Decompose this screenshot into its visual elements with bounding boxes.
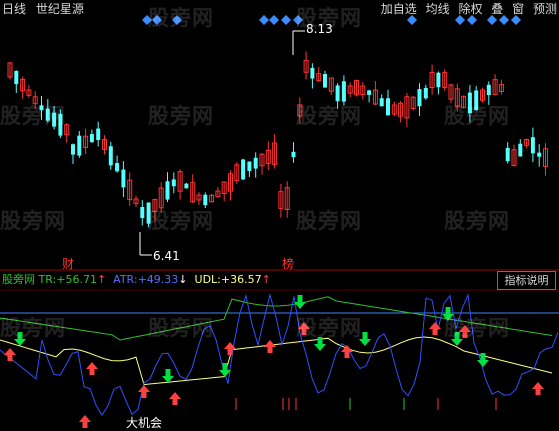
up-arrow-icon [169, 392, 181, 405]
candle-body [335, 85, 340, 102]
candle-body [310, 67, 315, 79]
event-label-list[interactable]: 榜 [282, 255, 294, 272]
candle-body [417, 89, 422, 107]
candle-body [121, 169, 126, 188]
watermark: 股旁网 [444, 209, 510, 233]
blue-diamond-icon [467, 15, 477, 25]
watermark: 股旁网 [148, 104, 214, 128]
up-arrow-icon [86, 362, 98, 375]
candle-body [89, 134, 94, 143]
candle-body [77, 135, 82, 156]
candle-body [367, 90, 372, 95]
opportunity-label: 大机会 [126, 416, 163, 430]
down-arrow-icon [162, 369, 174, 383]
candle-body [140, 206, 145, 219]
candle-body [486, 84, 491, 96]
blue-diamond-icon [511, 15, 521, 25]
candle-body [436, 72, 441, 88]
blue-diamond-icon [269, 15, 279, 25]
candle-body [341, 81, 346, 102]
watermark: 股旁网 [296, 104, 362, 128]
watermark: 股旁网 [148, 316, 214, 340]
candle-body [518, 143, 523, 157]
indicator-help-button[interactable]: 指标说明 [497, 271, 556, 290]
candle-body [386, 98, 390, 116]
tr-value: +56.71 [56, 273, 97, 286]
candle-body [203, 194, 208, 206]
candle-body [241, 159, 246, 180]
candle-body [505, 147, 510, 162]
up-arrow-icon [4, 348, 16, 361]
atr-value: +49.33 [137, 273, 179, 286]
up-arrow-icon [138, 385, 150, 398]
watermark: 股旁网 [444, 316, 510, 340]
atr-label: ATR: [113, 273, 138, 286]
candle-body [247, 161, 252, 172]
watermark: 股旁网 [0, 316, 66, 340]
watermark: 股旁网 [0, 209, 66, 233]
blue-diamond-icon [499, 15, 509, 25]
blue-diamond-icon [455, 15, 465, 25]
down-arrow-icon: ↓ [178, 273, 188, 286]
candle-body [291, 151, 296, 158]
candle-body [14, 71, 19, 85]
candle-body [171, 179, 176, 187]
indicator-info-bar: 股旁网 TR:+56.71↑ ATR:+49.33↓ UDL:+36.57↑ [2, 273, 271, 287]
blue-diamond-icon [259, 15, 269, 25]
candle-body [537, 152, 542, 157]
watermark: 股旁网 [148, 6, 214, 30]
up-arrow-icon: ↑ [96, 273, 107, 286]
indicator-source: 股旁网 [2, 273, 35, 286]
candle-body [423, 87, 428, 99]
watermark: 股旁网 [296, 316, 362, 340]
blue-diamond-icon [281, 15, 291, 25]
watermark: 股旁网 [148, 209, 214, 233]
candle-body [184, 183, 189, 189]
candle-body [530, 137, 535, 154]
event-label-finance[interactable]: 财 [62, 255, 74, 272]
candle-body [165, 181, 170, 200]
udl-value: +36.57 [220, 273, 262, 286]
candle-body [115, 163, 120, 172]
candle-body [96, 128, 101, 140]
candle-body [323, 74, 327, 88]
watermark: 股旁网 [444, 104, 510, 128]
up-arrow-icon [79, 415, 91, 428]
candle-body [253, 157, 258, 169]
candle-body [108, 146, 113, 166]
candle-body [71, 144, 75, 155]
watermark: 股旁网 [296, 209, 362, 233]
candle-body [379, 98, 384, 107]
watermark: 股旁网 [0, 104, 66, 128]
price-high-label: 8.13 [306, 22, 333, 36]
udl-label: UDL: [194, 273, 221, 286]
blue-diamond-icon [487, 15, 497, 25]
price-low-label: 6.41 [153, 249, 180, 263]
tr-label: TR: [38, 273, 57, 286]
up-arrow-icon: ↑ [261, 273, 271, 286]
up-arrow-icon [532, 382, 544, 395]
up-arrow-icon [264, 340, 276, 353]
blue-diamond-icon [407, 15, 417, 25]
